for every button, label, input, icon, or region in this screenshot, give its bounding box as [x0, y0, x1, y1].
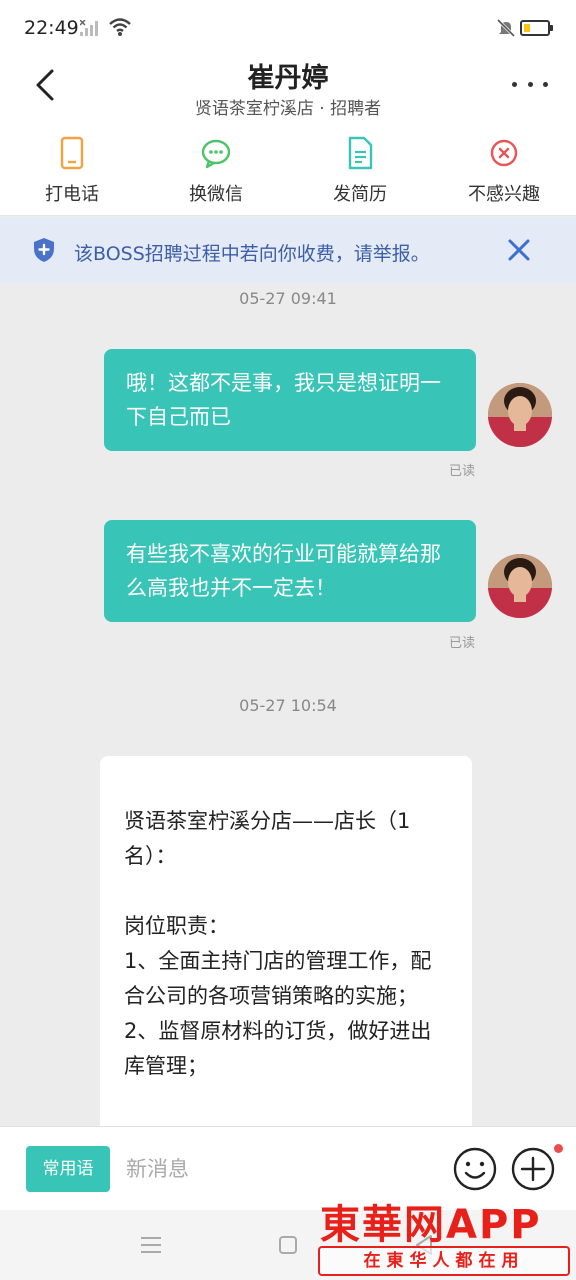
signal-icon — [80, 20, 98, 36]
status-time: 22:49 — [24, 17, 79, 39]
wechat-label: 换微信 — [189, 184, 243, 205]
wifi-icon — [109, 18, 131, 36]
more-icon[interactable] — [512, 72, 548, 96]
watermark-slogan: 在東华人都在用 — [318, 1246, 570, 1276]
message-input[interactable] — [126, 1149, 426, 1189]
plus-icon[interactable] — [510, 1146, 556, 1192]
message-bubble[interactable]: 哦！这都不是事，我只是想证明一下自己而已 — [104, 349, 476, 451]
job-description-card[interactable]: 贤语茶室柠溪分店——店长（1名）： 岗位职责： 1、全面主持门店的管理工作，配合… — [100, 756, 472, 1136]
message-bubble[interactable]: 有些我不喜欢的行业可能就算给那么高我也并不一定去！ — [104, 520, 476, 622]
card-line — [124, 874, 448, 909]
chat-header: 崔丹婷 贤语茶室柠溪店 · 招聘者 — [0, 56, 576, 120]
action-bar: 打电话 换微信 发简历 不感兴趣 — [0, 120, 576, 216]
avatar-image — [488, 383, 552, 447]
not-interested-label: 不感兴趣 — [468, 184, 540, 205]
send-resume-label: 发简历 — [333, 184, 387, 205]
send-resume-button[interactable]: 发简历 — [288, 136, 432, 206]
read-status: 已读 — [449, 464, 476, 479]
status-bar: 22:49 — [0, 0, 576, 56]
not-interested-button[interactable]: 不感兴趣 — [432, 136, 576, 206]
call-button[interactable]: 打电话 — [0, 136, 144, 206]
not-interested-icon — [490, 139, 518, 167]
menu-icon[interactable] — [140, 1236, 162, 1254]
common-phrases-button[interactable]: 常用语 — [26, 1146, 110, 1192]
resume-icon — [348, 136, 373, 170]
close-icon[interactable] — [506, 237, 532, 263]
call-label: 打电话 — [45, 184, 99, 205]
card-line: 1、全面主持门店的管理工作，配合公司的各项营销策略的实施； — [124, 949, 432, 1008]
battery-icon — [520, 20, 553, 36]
notice-text: 该BOSS招聘过程中若向你收费，请举报。 — [74, 243, 430, 265]
phone-icon — [60, 136, 84, 170]
shield-icon — [34, 238, 54, 262]
card-line: 2、监督原材料的订货，做好进出库管理； — [124, 1019, 432, 1078]
avatar-image — [488, 554, 552, 618]
page-subtitle: 贤语茶室柠溪店 · 招聘者 — [194, 99, 382, 119]
wechat-button[interactable]: 换微信 — [144, 136, 288, 206]
emoji-icon[interactable] — [452, 1146, 498, 1192]
wechat-icon — [201, 139, 231, 169]
card-line: 贤语茶室柠溪分店——店长（1名）： — [124, 809, 411, 868]
card-line: 岗位职责： — [124, 914, 229, 938]
mute-icon — [496, 18, 516, 38]
page-title: 崔丹婷 — [247, 63, 329, 94]
timestamp: 05-27 09:41 — [239, 289, 337, 308]
timestamp: 05-27 10:54 — [239, 696, 337, 715]
watermark-logo: 東華网APP — [320, 1202, 542, 1248]
avatar[interactable] — [488, 383, 552, 447]
notification-dot — [554, 1144, 563, 1153]
report-notice[interactable]: 该BOSS招聘过程中若向你收费，请举报。 — [0, 217, 576, 283]
read-status: 已读 — [449, 636, 476, 651]
avatar[interactable] — [488, 554, 552, 618]
home-icon[interactable] — [278, 1235, 298, 1255]
